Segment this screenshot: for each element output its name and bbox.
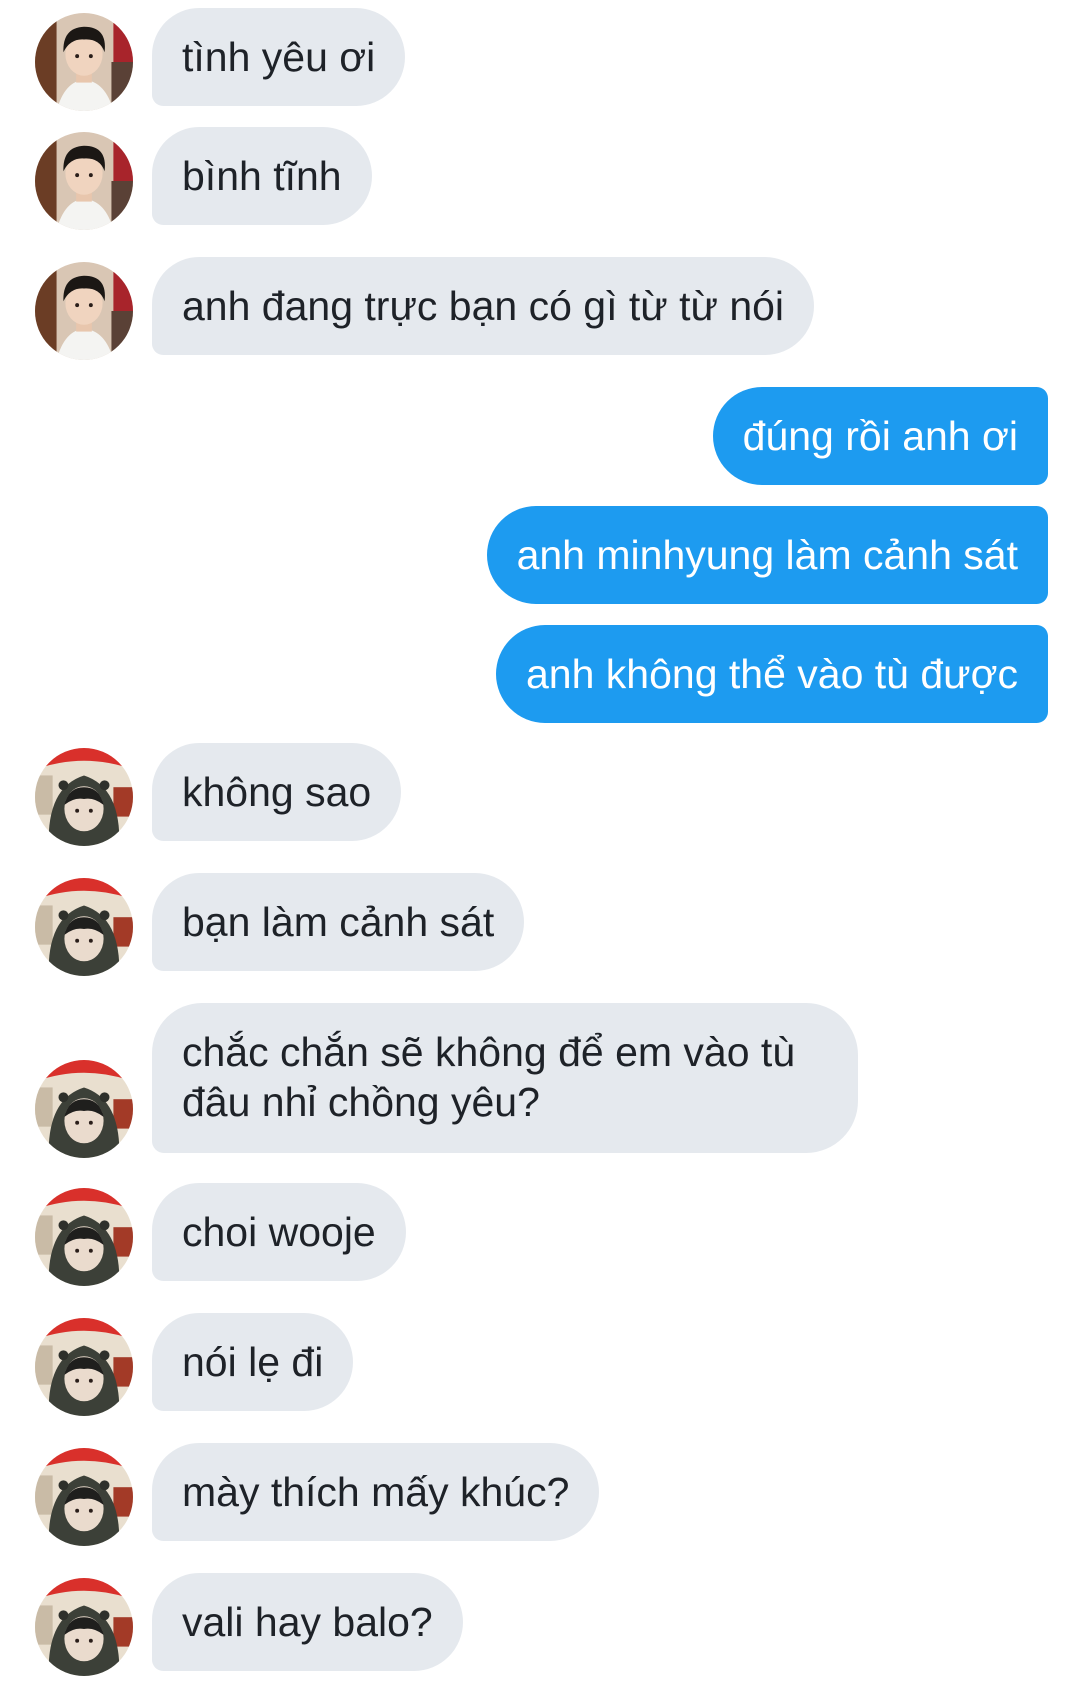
message-text: không sao xyxy=(182,769,372,815)
message-bubble-incoming[interactable]: nói lẹ đi xyxy=(152,1313,354,1411)
message-text: tình yêu ơi xyxy=(182,34,376,80)
message-bubble-incoming[interactable]: vali hay balo? xyxy=(152,1573,463,1671)
message-text: chắc chắn sẽ không để em vào tù đâu nhỉ … xyxy=(182,1029,796,1125)
avatar-icon[interactable] xyxy=(35,262,133,360)
message-bubble-incoming[interactable]: bạn làm cảnh sát xyxy=(152,873,525,971)
avatar-icon[interactable] xyxy=(35,748,133,846)
message-text: choi wooje xyxy=(182,1209,376,1255)
avatar-icon[interactable] xyxy=(35,1448,133,1546)
message-bubble-outgoing[interactable]: anh không thể vào tù được xyxy=(496,625,1048,723)
message-bubble-incoming[interactable]: bình tĩnh xyxy=(152,127,372,225)
avatar-icon[interactable] xyxy=(35,13,133,111)
message-text: anh không thể vào tù được xyxy=(526,651,1018,697)
message-text: bạn làm cảnh sát xyxy=(182,899,495,945)
avatar-icon[interactable] xyxy=(35,1188,133,1286)
message-bubble-incoming[interactable]: mày thích mấy khúc? xyxy=(152,1443,600,1541)
message-bubble-incoming[interactable]: không sao xyxy=(152,743,402,841)
message-text: anh đang trực bạn có gì từ từ nói xyxy=(182,283,785,329)
message-text: đúng rồi anh ơi xyxy=(742,413,1018,459)
message-text: mày thích mấy khúc? xyxy=(182,1469,570,1515)
avatar-icon[interactable] xyxy=(35,878,133,976)
message-bubble-incoming[interactable]: anh đang trực bạn có gì từ từ nói xyxy=(152,257,815,355)
message-text: vali hay balo? xyxy=(182,1599,433,1645)
message-text: bình tĩnh xyxy=(182,153,342,199)
message-bubble-incoming[interactable]: choi wooje xyxy=(152,1183,406,1281)
avatar-icon[interactable] xyxy=(35,1578,133,1676)
message-bubble-incoming[interactable]: chắc chắn sẽ không để em vào tù đâu nhỉ … xyxy=(152,1003,858,1153)
message-text: nói lẹ đi xyxy=(182,1339,324,1385)
message-text: anh minhyung làm cảnh sát xyxy=(516,532,1018,578)
avatar-icon[interactable] xyxy=(35,132,133,230)
message-bubble-outgoing[interactable]: đúng rồi anh ơi xyxy=(712,387,1048,485)
message-bubble-outgoing[interactable]: anh minhyung làm cảnh sát xyxy=(486,506,1048,604)
message-bubble-incoming[interactable]: tình yêu ơi xyxy=(152,8,406,106)
avatar-icon[interactable] xyxy=(35,1060,133,1158)
avatar-icon[interactable] xyxy=(35,1318,133,1416)
